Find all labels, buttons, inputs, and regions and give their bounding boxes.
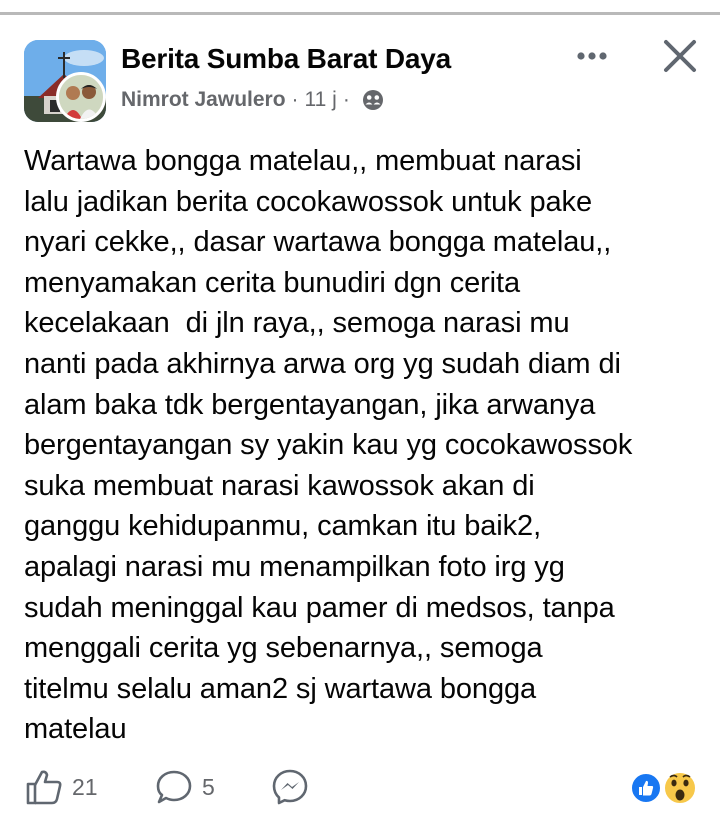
post-text-line: apalagi narasi mu menampilkan foto irg y… [24,550,565,583]
like-button[interactable]: 21 [24,760,98,814]
send-messenger-button[interactable] [270,760,310,814]
friends-icon [362,89,384,111]
meta-separator: · [291,88,299,111]
author-avatar[interactable] [56,72,106,122]
meta-separator: · [342,88,350,111]
post-text-line: menggali cerita yg sebenarnya,, semoga [24,632,543,665]
post-text-line: ganggu kehidupanmu, camkan itu baik2, [24,510,542,543]
thumbs-up-icon [26,770,62,805]
author-name[interactable]: Nimrot Jawulero [121,88,286,112]
post-text-line: menyamakan cerita bunudiri dgn cerita [24,266,521,299]
comment-button[interactable]: 5 [154,760,215,814]
post-text-line: kecelakaan di jln raya,, semoga narasi m… [24,307,570,340]
post-text-line: nanti pada akhirnya arwa org yg sudah di… [24,347,621,380]
post-text: Wartawa bongga matelau,, membuat narasi … [24,141,704,750]
post-text-line: sudah meninggal kau pamer di medsos, tan… [24,591,615,624]
post-text-line: suka membuat narasi kawossok akan di [24,469,535,502]
wow-reaction-icon [663,771,697,805]
post-actions-bar: 21 5 [0,760,720,814]
post-time[interactable]: 11 j [305,88,337,112]
more-options-icon [577,52,607,60]
top-divider [0,12,720,15]
post-meta: Nimrot Jawulero · 11 j · [121,88,384,112]
post-text-line: nyari cekke,, dasar wartawa bongga matel… [24,226,612,259]
close-icon [664,40,696,72]
post-text-line: alam baka tdk bergentayangan, jika arwan… [24,388,596,421]
group-name[interactable]: Berita Sumba Barat Daya [121,43,451,75]
more-options-button[interactable] [568,38,616,74]
post-text-line: matelau [24,713,127,746]
like-count: 21 [72,773,98,800]
post-text-line: Wartawa bongga matelau,, membuat narasi [24,145,582,177]
post-text-line: titelmu selalu aman2 sj wartawa bongga [24,672,537,705]
like-reaction-icon [630,772,662,804]
reaction-summary[interactable] [630,770,700,806]
post-text-line: lalu jadikan berita cocokawossok untuk p… [24,185,592,218]
comment-bubble-icon [156,770,192,804]
post-header-avatars[interactable] [24,40,106,122]
comment-count: 5 [202,773,215,800]
messenger-icon [272,769,308,805]
post-text-line: bergentayangan sy yakin kau yg cocokawos… [24,429,633,462]
close-button[interactable] [656,34,704,78]
